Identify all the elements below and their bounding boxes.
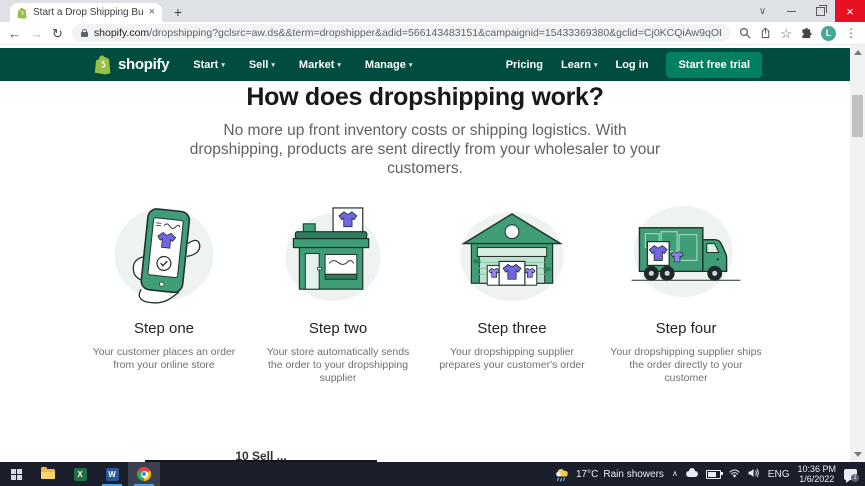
clipped-next-section-text: 10 Sell ... [145, 449, 377, 462]
minimize-icon [787, 10, 796, 12]
search-icon[interactable] [739, 27, 751, 39]
page-content: shopify Start ▾ Sell ▾ Market ▾ Manage ▾ Pri… [0, 45, 850, 462]
caret-down-icon: ▾ [337, 61, 341, 69]
step-description: Your dropshipping supplier prepares your… [439, 346, 585, 371]
word-button[interactable]: W [96, 462, 128, 486]
step-title: Step two [308, 320, 368, 337]
system-tray: 17°C Rain showers ∧ ENG 10:36 PM 1/6/202… [554, 464, 865, 484]
url-path: /dropshipping?gclsrc=aw.ds&&term=dropshi… [149, 27, 722, 39]
profile-avatar[interactable]: L [821, 25, 836, 41]
tab-title: Start a Drop Shipping Business - [33, 7, 144, 18]
windows-logo-icon [10, 468, 22, 480]
warehouse-illustration [460, 211, 564, 302]
page-subtitle: No more up front inventory costs or ship… [189, 122, 661, 177]
shopify-bag-icon [94, 55, 111, 75]
caret-down-icon: ▾ [221, 61, 225, 69]
time-text: 10:36 PM [797, 464, 836, 474]
restore-button[interactable] [806, 0, 835, 22]
battery-icon[interactable] [705, 469, 723, 479]
start-button[interactable] [0, 462, 32, 486]
caret-down-icon: ▾ [408, 61, 413, 69]
shopify-logo[interactable]: shopify [94, 54, 170, 75]
nav-item-manage[interactable]: Manage ▾ [365, 59, 412, 71]
tab-close-icon[interactable]: × [149, 7, 155, 18]
clock[interactable]: 10:36 PM 1/6/2022 [797, 464, 836, 484]
nav-item-start[interactable]: Start ▾ [193, 59, 225, 71]
step-description: Your dropshipping supplier ships the ord… [610, 346, 762, 384]
step-title: Step four [655, 320, 717, 337]
wifi-icon[interactable] [729, 468, 740, 481]
step-four-column: Step four Your dropshipping supplier shi… [599, 202, 773, 385]
browser-menu-icon[interactable]: ⋮ [845, 27, 857, 39]
nav-item-market[interactable]: Market ▾ [299, 59, 341, 71]
nav-item-login[interactable]: Log in [615, 59, 648, 71]
extensions-icon[interactable] [801, 27, 812, 39]
browser-tab[interactable]: Start a Drop Shipping Business - × [10, 3, 162, 22]
nav-item-sell[interactable]: Sell ▾ [249, 59, 275, 71]
step-description: Your store automatically sends the order… [266, 346, 410, 384]
caret-down-icon: ▾ [593, 61, 598, 69]
start-free-trial-button[interactable]: Start free trial [666, 51, 762, 78]
browser-toolbar: ← → ↻ shopify.com/dropshipping?gclsrc=aw… [0, 22, 865, 45]
word-icon: W [105, 467, 119, 481]
date-text: 1/6/2022 [799, 474, 835, 484]
tray-chevron-up-icon[interactable]: ∧ [672, 470, 678, 478]
file-explorer-button[interactable] [32, 462, 64, 486]
shopify-favicon [17, 7, 27, 19]
address-bar[interactable]: shopify.com/dropshipping?gclsrc=aw.ds&&t… [71, 24, 731, 42]
phone-order-illustration [114, 207, 214, 304]
chrome-icon [137, 467, 151, 481]
step-two-column: Step two Your store automatically sends … [251, 202, 425, 385]
onedrive-cloud-icon[interactable] [685, 468, 698, 477]
window-menu-chevron-icon[interactable]: ∨ [748, 0, 777, 22]
refresh-button[interactable]: ↻ [52, 27, 63, 40]
storefront-illustration [285, 207, 381, 302]
chrome-button[interactable] [128, 462, 160, 486]
browser-tab-strip: Start a Drop Shipping Business - × + ∨ × [0, 0, 865, 22]
step-one-column: Step one Your customer places an order f… [77, 202, 251, 385]
restore-icon [816, 4, 827, 16]
language-indicator[interactable]: ENG [768, 469, 790, 480]
taskbar: X W 17°C Rain showers ∧ ENG 10:36 PM 1/6… [0, 462, 865, 486]
scrollbar-thumb[interactable] [852, 95, 863, 137]
window-controls: ∨ × [748, 0, 865, 22]
bookmark-star-icon[interactable]: ☆ [780, 27, 792, 40]
scroll-down-arrow-icon[interactable] [854, 452, 862, 457]
volume-icon[interactable] [748, 468, 760, 481]
brand-wordmark: shopify [118, 56, 170, 73]
notification-badge: 1 [851, 473, 859, 482]
scroll-up-arrow-icon[interactable] [854, 50, 862, 55]
step-three-column: Step three Your dropshipping supplier pr… [425, 202, 599, 385]
screen: Start a Drop Shipping Business - × + ∨ ×… [0, 0, 865, 486]
share-icon[interactable] [760, 27, 771, 39]
forward-button[interactable]: → [30, 27, 43, 40]
page-title: How does dropshipping work? [246, 83, 604, 111]
step-title: Step three [477, 320, 547, 337]
weather-temp: 17°C [576, 468, 599, 480]
weather-condition: Rain showers [603, 468, 664, 480]
excel-icon: X [73, 467, 87, 481]
page-scrollbar[interactable] [850, 45, 865, 462]
notification-center-icon[interactable]: 1 [844, 468, 859, 483]
weather-widget[interactable]: 17°C Rain showers [554, 467, 664, 482]
step-title: Step one [133, 320, 195, 337]
steps-row: Step one Your customer places an order f… [77, 202, 773, 385]
delivery-truck-illustration [631, 205, 741, 298]
back-button[interactable]: ← [8, 27, 21, 40]
minimize-button[interactable] [777, 0, 806, 22]
rain-cloud-icon [556, 468, 568, 482]
url-text[interactable]: shopify.com/dropshipping?gclsrc=aw.ds&&t… [94, 27, 721, 39]
step-description: Your customer places an order from your … [92, 346, 236, 371]
close-window-button[interactable]: × [835, 0, 865, 22]
new-tab-button[interactable]: + [170, 4, 186, 20]
folder-icon [41, 467, 55, 479]
nav-item-learn[interactable]: Learn ▾ [561, 59, 597, 71]
excel-button[interactable]: X [64, 462, 96, 486]
lock-icon[interactable] [80, 28, 88, 37]
caret-down-icon: ▾ [271, 61, 275, 69]
shopify-nav: shopify Start ▾ Sell ▾ Market ▾ Manage ▾ Pri… [0, 48, 850, 81]
nav-item-pricing[interactable]: Pricing [506, 59, 543, 71]
url-domain: shopify.com [93, 27, 150, 39]
